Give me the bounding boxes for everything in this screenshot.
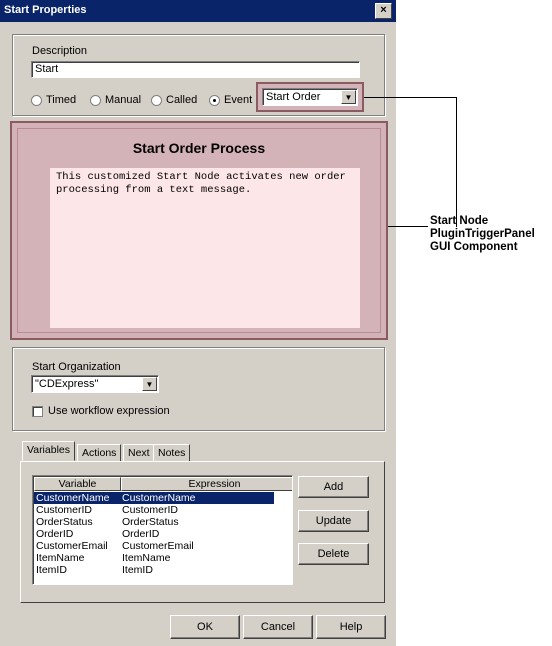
organization-select[interactable]: "CDExpress" ▼ bbox=[31, 375, 159, 393]
tab-notes[interactable]: Notes bbox=[153, 444, 191, 462]
checkbox-label: Use workflow expression bbox=[48, 405, 170, 417]
event-select-value: Start Order bbox=[266, 91, 321, 103]
delete-button[interactable]: Delete bbox=[298, 543, 369, 565]
radio-event-label: Event bbox=[224, 94, 253, 106]
plugin-text-line-1: This customized Start Node activates new… bbox=[56, 171, 346, 183]
cell-expression: CustomerName bbox=[122, 492, 196, 504]
add-button[interactable]: Add bbox=[298, 476, 369, 498]
tab-variables[interactable]: Variables bbox=[22, 441, 75, 461]
chevron-down-icon[interactable]: ▼ bbox=[142, 377, 157, 391]
chevron-down-icon[interactable]: ▼ bbox=[341, 90, 356, 104]
radio-timed[interactable]: Timed bbox=[31, 94, 76, 106]
start-properties-dialog: Start Properties × Description Start Tim… bbox=[0, 0, 396, 646]
plugin-trigger-panel: Start Order Process This customized Star… bbox=[10, 121, 388, 340]
window-title: Start Properties bbox=[4, 4, 87, 16]
workflow-expression-checkbox[interactable]: Use workflow expression bbox=[32, 405, 170, 417]
column-header-expression[interactable]: Expression bbox=[121, 477, 292, 491]
cell-expression: OrderID bbox=[122, 528, 160, 540]
variables-table[interactable]: Variable Expression CustomerName Custome… bbox=[32, 475, 293, 585]
cell-variable: CustomerID bbox=[36, 504, 93, 516]
description-field[interactable]: Start bbox=[31, 61, 360, 78]
cell-variable: OrderStatus bbox=[36, 516, 93, 528]
cell-variable: OrderID bbox=[36, 528, 74, 540]
radio-manual-dot bbox=[90, 94, 101, 106]
table-row[interactable]: OrderID OrderID bbox=[34, 528, 274, 540]
callout-line-vertical bbox=[456, 97, 457, 227]
callout-line-middle bbox=[388, 226, 428, 227]
radio-event[interactable]: Event bbox=[209, 94, 252, 106]
radio-manual-label: Manual bbox=[105, 94, 142, 106]
description-label: Description bbox=[32, 45, 88, 57]
callout-line-1: Start Node bbox=[430, 215, 489, 227]
radio-event-dot bbox=[209, 94, 220, 106]
cell-variable: ItemName bbox=[36, 552, 85, 564]
update-button[interactable]: Update bbox=[298, 510, 369, 532]
table-row[interactable]: ItemName ItemName bbox=[34, 552, 274, 564]
cell-expression: CustomerID bbox=[122, 504, 179, 516]
organization-label: Start Organization bbox=[32, 361, 121, 373]
radio-manual[interactable]: Manual bbox=[90, 94, 141, 106]
radio-called-dot bbox=[151, 94, 162, 106]
cell-variable: CustomerEmail bbox=[36, 540, 108, 552]
column-header-variable[interactable]: Variable bbox=[34, 477, 121, 491]
cell-expression: CustomerEmail bbox=[122, 540, 194, 552]
callout-line-top bbox=[364, 97, 457, 98]
table-row[interactable]: OrderStatus OrderStatus bbox=[34, 516, 274, 528]
plugin-panel-description[interactable]: This customized Start Node activates new… bbox=[50, 168, 360, 328]
tab-actions[interactable]: Actions bbox=[77, 444, 122, 462]
callout-annotation: Start Node PluginTriggerPanel GUI Compon… bbox=[430, 215, 535, 254]
cell-variable: CustomerName bbox=[36, 492, 110, 504]
radio-timed-dot bbox=[31, 94, 42, 106]
title-bar: Start Properties × bbox=[0, 0, 396, 22]
event-select[interactable]: Start Order ▼ bbox=[262, 88, 358, 106]
table-row[interactable]: CustomerID CustomerID bbox=[34, 504, 274, 516]
radio-timed-label: Timed bbox=[46, 94, 77, 106]
help-button[interactable]: Help bbox=[316, 615, 386, 639]
cancel-button[interactable]: Cancel bbox=[243, 615, 313, 639]
cell-expression: ItemName bbox=[122, 552, 171, 564]
cell-expression: OrderStatus bbox=[122, 516, 179, 528]
table-row[interactable]: ItemID ItemID bbox=[34, 564, 274, 576]
organization-select-value: "CDExpress" bbox=[35, 378, 99, 390]
cell-variable: ItemID bbox=[36, 564, 67, 576]
plugin-text-line-2: processing from a text message. bbox=[56, 184, 252, 196]
callout-line-2: PluginTriggerPanel bbox=[430, 228, 535, 240]
callout-line-3: GUI Component bbox=[430, 241, 518, 253]
table-row[interactable]: CustomerEmail CustomerEmail bbox=[34, 540, 274, 552]
radio-called[interactable]: Called bbox=[151, 94, 197, 106]
checkbox-box bbox=[32, 405, 43, 417]
plugin-panel-title: Start Order Process bbox=[132, 140, 266, 156]
table-row[interactable]: CustomerName CustomerName bbox=[34, 492, 274, 504]
close-button[interactable]: × bbox=[375, 3, 392, 19]
radio-called-label: Called bbox=[166, 94, 198, 106]
tab-next[interactable]: Next bbox=[123, 444, 155, 462]
cell-expression: ItemID bbox=[122, 564, 153, 576]
ok-button[interactable]: OK bbox=[170, 615, 240, 639]
